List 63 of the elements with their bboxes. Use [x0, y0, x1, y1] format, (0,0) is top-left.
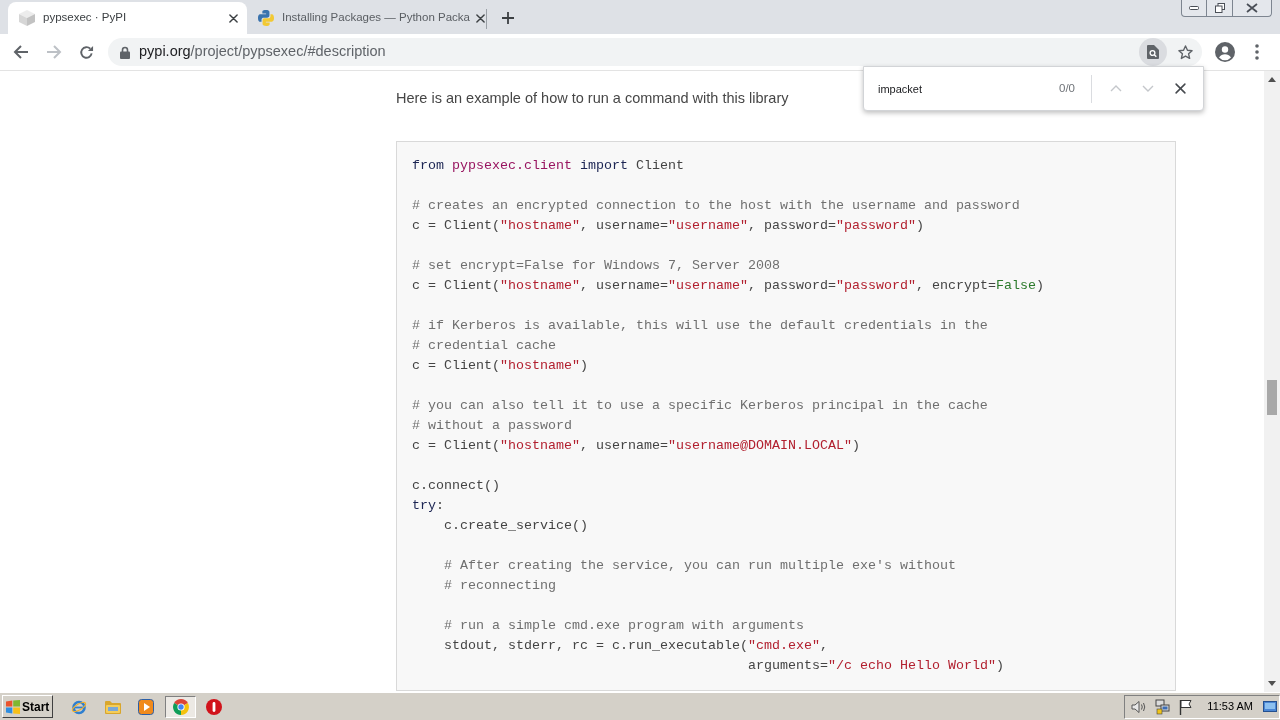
chevron-down-icon	[1142, 85, 1154, 92]
speaker-icon[interactable]	[1131, 699, 1148, 714]
close-icon	[1174, 83, 1186, 94]
flag-icon[interactable]	[1179, 698, 1194, 715]
code-line: stdout, stderr, rc = c.run_executable("cmd.exe",	[444, 637, 828, 655]
scroll-thumb[interactable]	[1267, 380, 1277, 415]
code-line: # if Kerberos is available, this will use the default credentials in the	[412, 317, 988, 335]
start-button[interactable]: Start	[2, 695, 53, 718]
intro-text: Here is an example of how to run a command with this library	[396, 89, 789, 108]
star-icon	[1177, 44, 1193, 60]
close-icon	[476, 13, 486, 23]
restore-icon	[1214, 3, 1225, 13]
plus-icon	[502, 12, 514, 24]
code-line: # set encrypt=False for Windows 7, Server 2008	[412, 257, 780, 275]
minimize-icon	[1189, 6, 1199, 10]
cube-icon	[19, 10, 35, 26]
find-input[interactable]: impacket	[878, 76, 1055, 101]
code-line: # reconnecting	[444, 577, 556, 595]
triangle-up-icon	[1268, 77, 1276, 82]
url-text: pypi.org/project/pypsexec/#description	[139, 42, 386, 62]
close-icon	[1246, 3, 1258, 13]
more-menu-icon	[1255, 44, 1259, 60]
circle-bar-icon	[206, 698, 222, 715]
code-line: # After creating the service, you can run multiple exe's without	[444, 557, 956, 575]
code-line: # run a simple cmd.exe program with arguments	[444, 617, 804, 635]
code-line: # credential cache	[412, 337, 556, 355]
code-line: c = Client("hostname", username="username", password="password", encrypt=False)	[412, 277, 1044, 295]
profile-avatar-icon	[1215, 42, 1235, 62]
play-tile-icon	[138, 698, 154, 715]
find-bar[interactable]: impacket 0/0	[863, 66, 1204, 111]
globe-e-icon	[71, 698, 87, 715]
chevron-up-icon	[1110, 85, 1122, 92]
code-line: # creates an encrypted connection to the host with the username and password	[412, 197, 1020, 215]
code-line: arguments="/c echo Hello World")	[747, 657, 1004, 675]
match-count: 0/0	[1059, 80, 1075, 96]
back-arrow-icon	[13, 44, 29, 60]
browser-tab[interactable]: pypsexec · PyPI	[8, 2, 247, 34]
code-line: c = Client("hostname", username="username", password="password")	[412, 217, 924, 235]
code-line: c = Client("hostname", username="username@DOMAIN.LOCAL")	[412, 437, 860, 455]
code-line: from pypsexec.client import Client	[412, 157, 684, 175]
triangle-down-icon	[1268, 681, 1276, 686]
code-line: c.connect()	[412, 477, 500, 495]
tricolor-circle-icon	[172, 698, 189, 715]
find-in-page-icon	[1147, 45, 1159, 59]
code-line: c = Client("hostname")	[412, 357, 588, 375]
network-icon[interactable]	[1155, 698, 1172, 715]
forward-arrow-icon	[46, 44, 62, 60]
reload-icon	[78, 44, 94, 60]
browser-tab[interactable]: Installing Packages — Python Packa	[247, 2, 486, 34]
code-line: c.create_service()	[444, 517, 588, 535]
taskbar-app-button[interactable]	[165, 695, 196, 718]
address-bar[interactable]: pypi.org/project/pypsexec/#description	[108, 38, 1202, 66]
folder-icon	[105, 699, 121, 714]
windows-flag-icon	[6, 699, 20, 714]
code-line: # you can also tell it to use a specific Kerberos principal in the cache	[412, 397, 988, 415]
code-line: try:	[412, 497, 444, 515]
snakes-logo-icon	[258, 10, 274, 26]
show-desktop-icon[interactable]	[1263, 701, 1277, 712]
clock-time: 11:53 AM	[1207, 699, 1253, 715]
code-line: # without a password	[412, 417, 572, 435]
close-icon	[228, 13, 238, 23]
lock-icon	[120, 45, 130, 59]
find-in-page-button[interactable]	[1139, 38, 1167, 66]
